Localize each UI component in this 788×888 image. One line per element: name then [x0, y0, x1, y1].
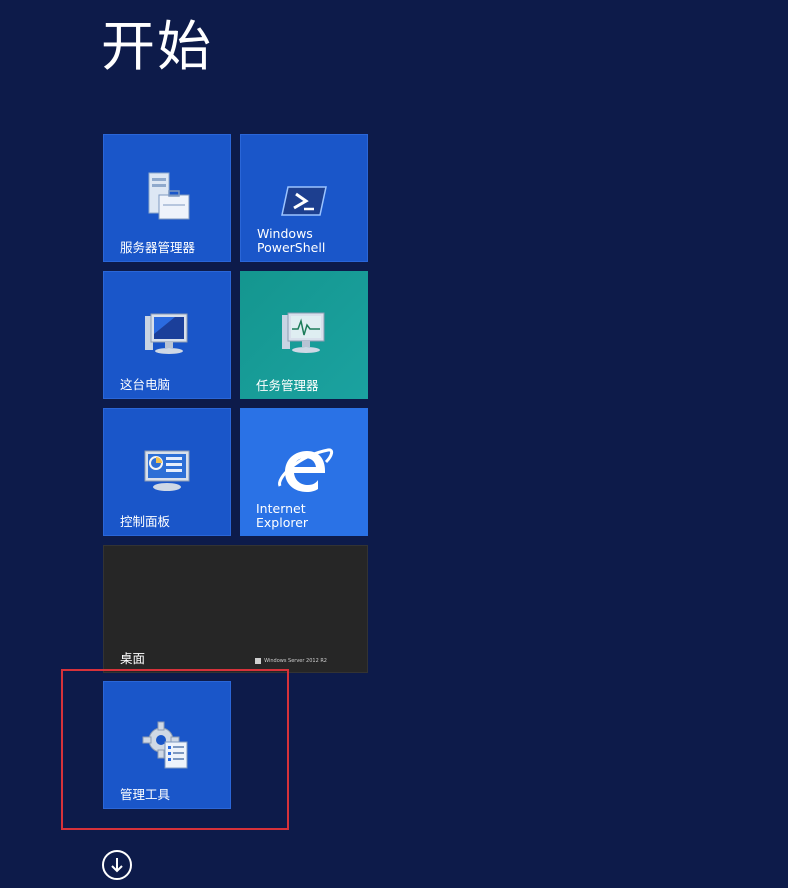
tile-label: 这台电脑: [120, 377, 171, 392]
computer-icon: [137, 306, 197, 366]
tile-server-manager[interactable]: 服务器管理器: [103, 134, 231, 262]
control-panel-icon: [137, 443, 197, 503]
server-manager-icon: [137, 169, 197, 229]
start-title: 开始: [101, 15, 213, 78]
tile-label: 桌面: [120, 651, 146, 666]
tile-internet-explorer[interactable]: Internet Explorer: [240, 408, 368, 536]
tile-this-pc[interactable]: 这台电脑: [103, 271, 231, 399]
tile-desktop[interactable]: 桌面 Windows Server 2012 R2: [103, 545, 368, 673]
down-arrow-icon[interactable]: [102, 850, 132, 880]
tile-control-panel[interactable]: 控制面板: [103, 408, 231, 536]
tile-label: Windows PowerShell: [257, 226, 326, 255]
windows-logo-icon: [255, 658, 262, 664]
tile-label: Internet Explorer: [256, 501, 309, 530]
internet-explorer-icon: [274, 442, 334, 502]
tile-task-manager[interactable]: 任务管理器: [240, 271, 368, 399]
windows-server-brand-text: Windows Server 2012 R2: [264, 658, 327, 664]
task-manager-icon: [274, 305, 334, 365]
tile-powershell[interactable]: Windows PowerShell: [240, 134, 368, 262]
tile-label: 服务器管理器: [120, 240, 196, 255]
windows-server-brand: Windows Server 2012 R2: [255, 658, 327, 664]
tile-label: 控制面板: [120, 514, 171, 529]
tile-label: 任务管理器: [256, 378, 319, 393]
highlight-box: [61, 669, 289, 830]
powershell-icon: [274, 169, 334, 229]
